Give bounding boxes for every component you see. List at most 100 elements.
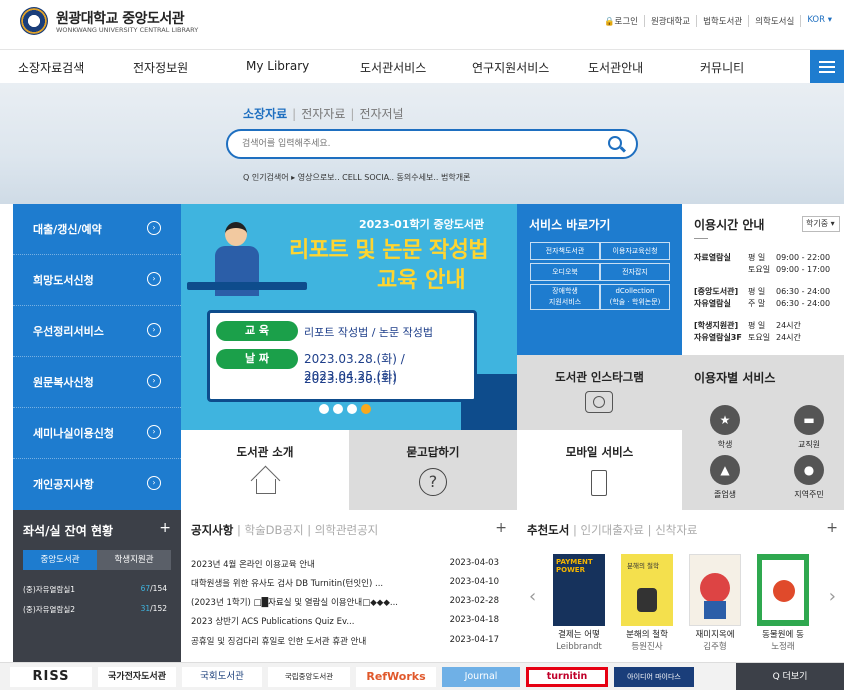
user-faculty-label[interactable]: 교직원 xyxy=(779,439,839,450)
book-title[interactable]: 분해의 철학 xyxy=(612,630,682,641)
tab-medical-notices[interactable]: 의학관련공지 xyxy=(315,523,378,537)
link-national-digital-library[interactable]: 국가전자도서관 xyxy=(98,667,176,687)
service-user-education[interactable]: 이용자교육신청 xyxy=(600,242,670,260)
medical-library-link[interactable]: 의학도서실 xyxy=(748,15,800,27)
notice-item[interactable]: (2023년 1학기) □█자료실 및 열람실 이용안내□◆◆◆... 2023-… xyxy=(191,596,507,608)
tab-central-library[interactable]: 중앙도서관 xyxy=(23,550,97,570)
nav-library-services[interactable]: 도서관서비스 xyxy=(360,59,426,76)
hours-row: [중앙도서관] 평 일 06:30 - 24:00 xyxy=(694,287,831,296)
seat-more-button[interactable]: + xyxy=(159,520,171,536)
seat-room-name[interactable]: (중)자유열람실2 xyxy=(23,604,75,615)
search-icon[interactable] xyxy=(608,136,622,150)
book-cover[interactable] xyxy=(689,554,741,626)
prev-arrow-icon[interactable]: ‹ xyxy=(529,586,536,607)
tab-new-arrivals[interactable]: 신착자료 xyxy=(655,523,697,537)
service-e-magazine[interactable]: 전자잡지 xyxy=(600,263,670,281)
seat-room-name[interactable]: (중)자유열람실1 xyxy=(23,584,75,595)
briefcase-icon[interactable]: ▬ xyxy=(794,405,824,435)
tab-popular-loans[interactable]: 인기대출자료 xyxy=(581,523,644,537)
nav-e-resources[interactable]: 전자정보원 xyxy=(133,59,188,76)
user-alumni-label[interactable]: 졸업생 xyxy=(695,489,755,500)
book-cover[interactable] xyxy=(757,554,809,626)
link-journal[interactable]: Journal xyxy=(442,667,520,687)
nav-community[interactable]: 커뮤니티 xyxy=(700,59,744,76)
popular-keywords[interactable]: Q 인기검색어 ▸ 영상으로보.. CELL SOCIA.. 동의수세보.. 법… xyxy=(243,172,470,183)
tab-db-notices[interactable]: 학술DB공지 xyxy=(245,523,304,537)
graduation-cap-icon[interactable]: ▲ xyxy=(710,455,740,485)
nav-research-support[interactable]: 연구지원서비스 xyxy=(472,59,549,76)
search-box xyxy=(226,129,638,159)
notice-item[interactable]: 2023년 4월 온라인 이용교육 안내 2023-04-03 xyxy=(191,558,507,570)
hours-row: 자유열람실3F 토요일 24시간 xyxy=(694,333,801,342)
notice-item[interactable]: 대학원생을 위한 유사도 검사 DB Turnitin(턴잇인) ... 2023… xyxy=(191,577,507,589)
menu-personal-notices[interactable]: 개인공지사항 › xyxy=(13,459,181,510)
book-title[interactable]: 재미지옥에 xyxy=(680,630,750,641)
tab-student-center[interactable]: 학생지원관 xyxy=(97,550,171,570)
language-select[interactable]: KOR ▾ xyxy=(800,15,838,27)
menu-priority-processing[interactable]: 우선정리서비스 › xyxy=(13,306,181,357)
notice-more-button[interactable]: + xyxy=(495,520,507,536)
instagram-link[interactable]: 도서관 인스타그램 xyxy=(517,355,682,430)
hamburger-menu-icon[interactable] xyxy=(810,50,844,84)
link-national-assembly-library[interactable]: 국회도서관 xyxy=(182,667,262,687)
tab-recommended[interactable]: 추천도서 xyxy=(527,523,569,537)
hours-row: [학생지원관] 평 일 24시간 xyxy=(694,321,801,330)
book-title[interactable]: 결제는 어떻 xyxy=(544,630,614,641)
nav-holdings-search[interactable]: 소장자료검색 xyxy=(18,59,84,76)
qna-link[interactable]: 묻고답하기 ? xyxy=(349,430,517,510)
book-title[interactable]: 동물원에 동 xyxy=(748,630,818,641)
nav-my-library[interactable]: My Library xyxy=(246,59,309,73)
library-intro-link[interactable]: 도서관 소개 xyxy=(181,430,349,510)
menu-loan-renew-reserve[interactable]: 대출/갱신/예약 › xyxy=(13,204,181,255)
chevron-right-icon: › xyxy=(147,425,161,439)
semester-select[interactable]: 학기중 ▾ xyxy=(802,216,840,232)
mobile-service-link[interactable]: 모바일 서비스 xyxy=(517,430,682,510)
utility-links: 🔒로그인 원광대학교 법학도서관 의학도서실 KOR ▾ xyxy=(598,15,838,27)
user-residents-label[interactable]: 지역주민 xyxy=(779,489,839,500)
carousel-dots[interactable] xyxy=(319,404,371,414)
link-refworks[interactable]: RefWorks xyxy=(356,667,436,687)
menu-document-delivery[interactable]: 원문복사신청 › xyxy=(13,357,181,408)
label-date: 날 짜 xyxy=(216,349,298,369)
tab-holdings[interactable]: 소장자료 xyxy=(243,107,287,121)
link-national-library-korea[interactable]: 국립중앙도서관 xyxy=(268,667,350,687)
next-arrow-icon[interactable]: › xyxy=(829,586,836,607)
banner-headline: 리포트 및 논문 작성법 xyxy=(289,238,489,263)
service-dcollection[interactable]: dCollection (학술 · 학위논문) xyxy=(600,284,670,310)
law-library-link[interactable]: 법학도서관 xyxy=(696,15,748,27)
search-input[interactable] xyxy=(242,136,582,152)
education-text: 리포트 작성법 / 논문 작성법 xyxy=(304,326,434,339)
university-link[interactable]: 원광대학교 xyxy=(643,15,696,27)
user-student-label[interactable]: 학생 xyxy=(695,439,755,450)
link-riss[interactable]: RISS xyxy=(10,667,92,687)
book-cover-text: 분해의 철학 xyxy=(627,562,659,570)
book-cover[interactable]: 분해의 철학 xyxy=(621,554,673,626)
link-ideamidas[interactable]: 아이디어 마이다스 xyxy=(614,667,694,687)
notice-item[interactable]: 2023 상반기 ACS Publications Quiz Ev... 2023… xyxy=(191,615,507,627)
book-cover[interactable]: PAYMENT POWER xyxy=(553,554,605,626)
menu-book-request[interactable]: 희망도서신청 › xyxy=(13,255,181,306)
related-sites-bar: RISS 국가전자도서관 국회도서관 국립중앙도서관 RefWorks Jour… xyxy=(0,662,844,690)
event-banner[interactable]: 2023-01학기 중앙도서관 리포트 및 논문 작성법 교육 안내 교 육 리… xyxy=(181,204,517,430)
login-link[interactable]: 🔒로그인 xyxy=(598,15,644,27)
location-pin-icon[interactable]: ● xyxy=(794,455,824,485)
quick-menu: 대출/갱신/예약 › 희망도서신청 › 우선정리서비스 › 원문복사신청 › 세미나실이… xyxy=(13,204,181,510)
hours-row: 자료열람실 평 일 09:00 - 22:00 xyxy=(694,253,831,262)
links-more-button[interactable]: Q 더보기 xyxy=(736,663,844,690)
university-emblem-icon[interactable] xyxy=(20,7,48,35)
student-icon[interactable]: ★ xyxy=(710,405,740,435)
tab-notices[interactable]: 공지사항 xyxy=(191,523,233,537)
reco-more-button[interactable]: + xyxy=(826,520,838,536)
tab-e-resources[interactable]: 전자자료 xyxy=(301,107,345,121)
link-turnitin[interactable]: turnitin xyxy=(526,667,608,687)
tab-e-journals[interactable]: 전자저널 xyxy=(359,107,403,121)
menu-seminar-room[interactable]: 세미나실이용신청 › xyxy=(13,408,181,459)
nav-library-guide[interactable]: 도서관안내 xyxy=(588,59,643,76)
logo-title[interactable]: 원광대학교 중앙도서관 xyxy=(56,8,185,28)
service-disabled-students[interactable]: 장애학생 지원서비스 xyxy=(530,284,600,310)
opening-hours: 이용시간 안내 학기중 ▾ 자료열람실 평 일 09:00 - 22:00 토요일 0… xyxy=(682,204,844,355)
service-audiobook[interactable]: 오디오북 xyxy=(530,263,600,281)
service-ebook-library[interactable]: 전자책도서관 xyxy=(530,242,600,260)
logo-subtitle: WONKWANG UNIVERSITY CENTRAL LIBRARY xyxy=(56,26,199,34)
notice-item[interactable]: 공휴일 및 징검다리 휴일로 인한 도서관 휴관 안내 2023-04-17 xyxy=(191,635,507,647)
